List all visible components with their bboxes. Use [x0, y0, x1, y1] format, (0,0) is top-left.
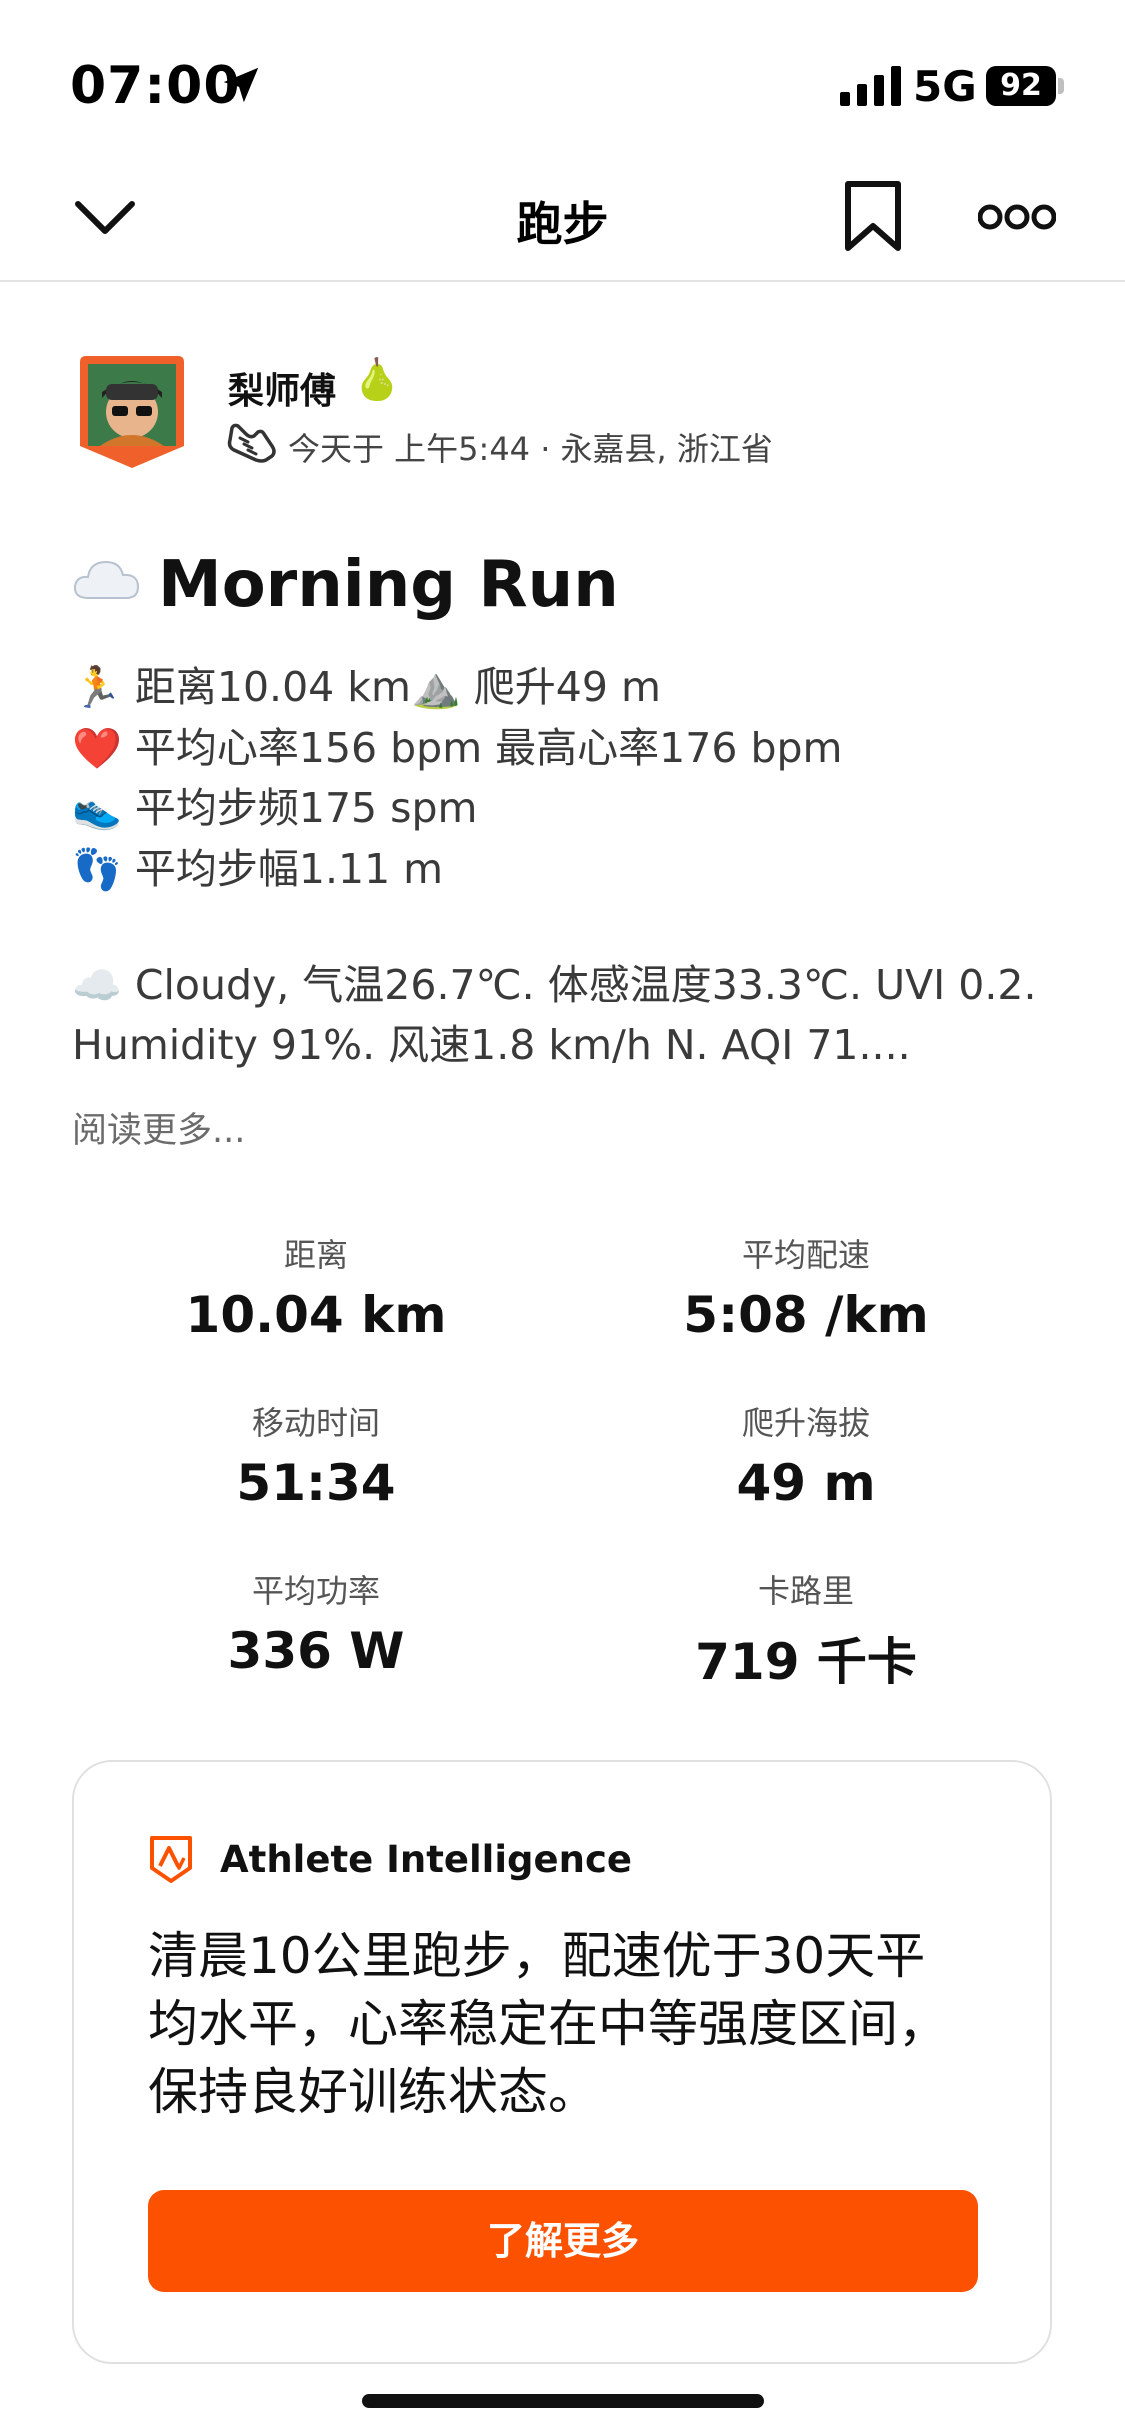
location-arrow-icon	[223, 67, 259, 103]
stat-label: 距离	[283, 1236, 348, 1274]
battery-nub	[1058, 78, 1064, 94]
ai-summary: 清晨10公里跑步，配速优于30天平均水平，心率稳定在中等强度区间，保持良好训练状…	[148, 1927, 948, 2121]
description-line-distance: 🏃 距离10.04 km⛰️ 爬升49 m	[72, 658, 1072, 719]
battery-indicator: 92	[986, 66, 1056, 106]
activity-title: Morning Run	[158, 548, 619, 622]
description-line-stride: 👣 平均步幅1.11 m	[72, 840, 1072, 901]
runner-icon: 🏃	[72, 665, 122, 711]
weather-description: ☁️ Cloudy, 气温26.7℃. 体感温度33.3℃. UVI 0.2. …	[72, 956, 1072, 1075]
distance-text: 距离10.04 km	[134, 663, 411, 711]
stat-avg-pace: 平均配速 5:08 /km	[606, 1230, 1006, 1344]
avatar[interactable]	[78, 354, 186, 470]
weather-text-1: Cloudy, 气温26.7℃. 体感温度33.3℃. UVI 0.2.	[134, 961, 1037, 1009]
read-more-link[interactable]: 阅读更多...	[72, 1102, 245, 1153]
signal-icon	[840, 66, 901, 106]
network-type: 5G	[913, 62, 977, 111]
strava-logo-icon	[150, 1836, 192, 1883]
ai-card-title: Athlete Intelligence	[220, 1838, 632, 1881]
athlete-name[interactable]: 梨师傅	[228, 362, 336, 414]
home-indicator	[362, 2394, 764, 2408]
learn-more-button[interactable]: 了解更多	[148, 2190, 978, 2292]
stat-distance: 距离 10.04 km	[116, 1230, 516, 1344]
heartrate-text: 平均心率156 bpm 最高心率176 bpm	[134, 723, 843, 772]
athlete-intelligence-card: Athlete Intelligence 清晨10公里跑步，配速优于30天平均水…	[72, 1760, 1052, 2364]
stat-value: 49 m	[736, 1454, 876, 1512]
stat-label: 爬升海拔	[741, 1404, 870, 1442]
stat-value: 5:08 /km	[683, 1286, 929, 1344]
athlete-emoji: 🍐	[352, 357, 402, 403]
stat-value: 51:34	[236, 1454, 396, 1512]
status-time: 07:00	[70, 56, 241, 116]
stat-label: 平均配速	[741, 1236, 870, 1274]
activity-description: 🏃 距离10.04 km⛰️ 爬升49 m ❤️ 平均心率156 bpm 最高心…	[72, 658, 1072, 900]
stride-text: 平均步幅1.11 m	[134, 844, 444, 893]
page-title: 跑步	[516, 197, 609, 251]
stat-elevation-gain: 爬升海拔 49 m	[606, 1398, 1006, 1512]
stat-value: 336 W	[227, 1622, 405, 1680]
stat-avg-power: 平均功率 336 W	[116, 1566, 516, 1680]
shoe-icon	[227, 423, 276, 463]
cloud-icon	[73, 560, 140, 599]
weather-text-2: Humidity 91%. 风速1.8 km/h N. AQI 71....	[72, 1021, 911, 1069]
stat-label: 卡路里	[757, 1572, 854, 1610]
sneaker-icon: 👟	[72, 786, 122, 832]
mountain-icon: ⛰️	[410, 665, 461, 711]
stat-label: 移动时间	[251, 1404, 380, 1442]
heart-icon: ❤️	[72, 725, 122, 772]
stat-value: 10.04 km	[185, 1286, 447, 1344]
elevation-text: 爬升49 m	[473, 663, 661, 711]
activity-meta: 今天于 上午5:44 · 永嘉县, 浙江省	[288, 430, 773, 468]
bookmark-icon[interactable]	[842, 180, 904, 252]
cadence-text: 平均步频175 spm	[134, 784, 478, 832]
stat-calories: 卡路里 719 千卡	[606, 1566, 1006, 1694]
nav-bar: 跑步	[0, 150, 1125, 282]
stat-moving-time: 移动时间 51:34	[116, 1398, 516, 1512]
cloud-small-icon: ☁️	[72, 963, 122, 1009]
more-icon[interactable]	[978, 200, 1056, 234]
description-line-heartrate: ❤️ 平均心率156 bpm 最高心率176 bpm	[72, 719, 1072, 780]
weather-line-1: ☁️ Cloudy, 气温26.7℃. 体感温度33.3℃. UVI 0.2.	[72, 956, 1072, 1016]
stat-label: 平均功率	[251, 1572, 380, 1610]
stat-value: 719 千卡	[695, 1633, 917, 1691]
status-bar: 07:00 5G 92	[0, 0, 1125, 150]
footprints-icon: 👣	[72, 846, 122, 893]
description-line-cadence: 👟 平均步频175 spm	[72, 779, 1072, 840]
